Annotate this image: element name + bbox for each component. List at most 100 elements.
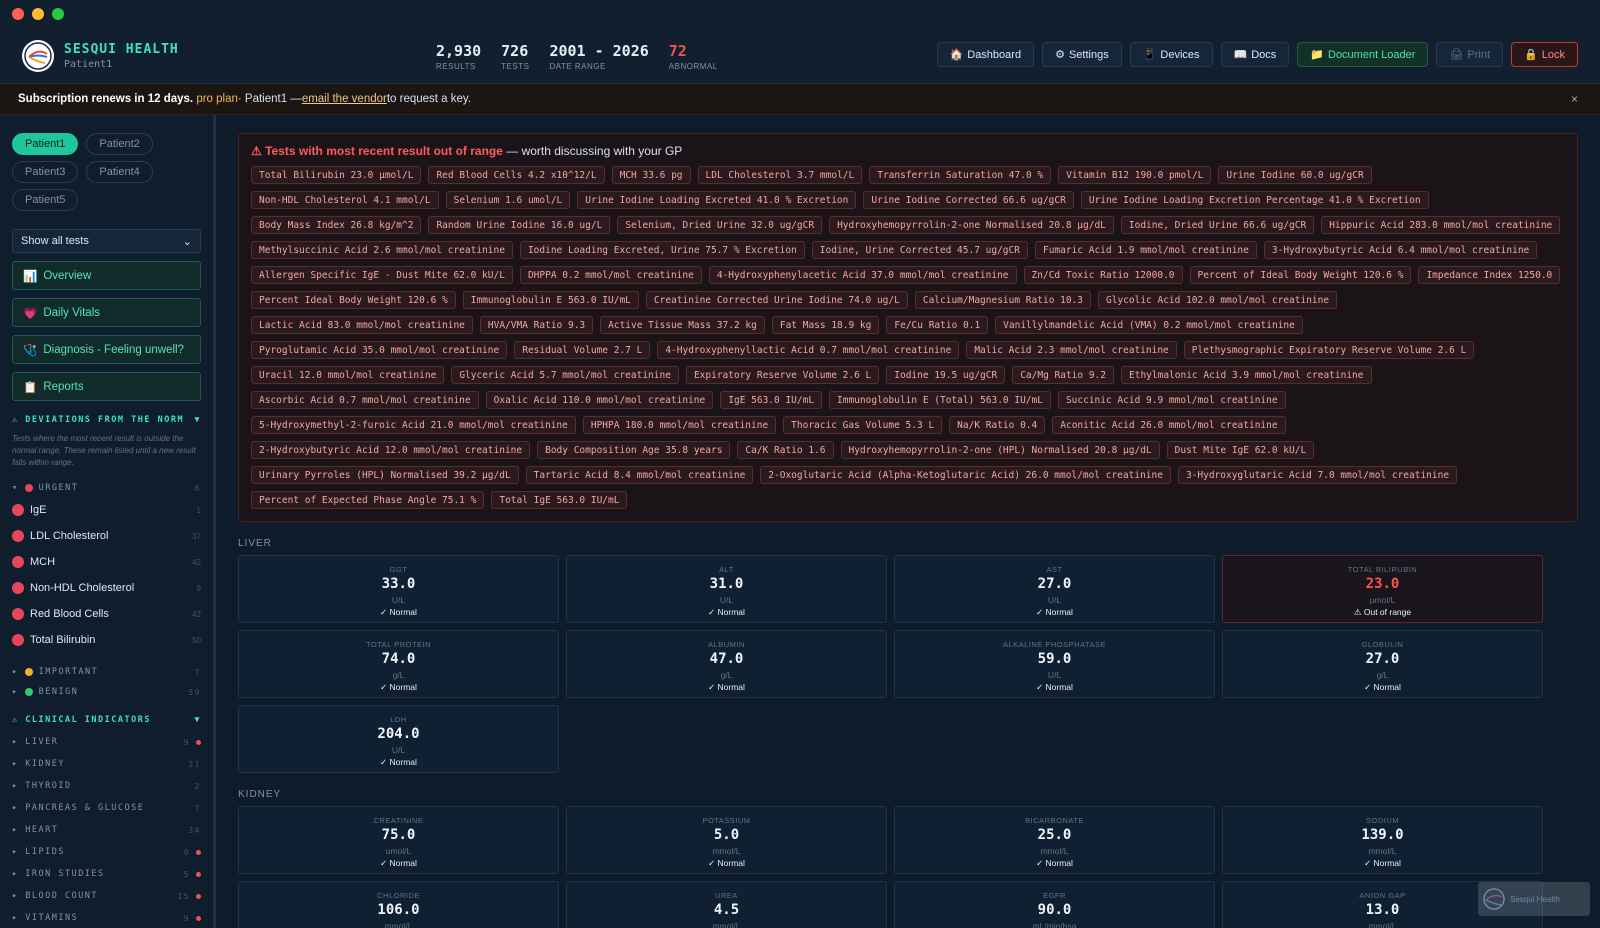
- email-vendor-link[interactable]: email the vendor: [302, 93, 387, 105]
- clinical-header[interactable]: ⚠ CLINICAL INDICATORS ▼: [12, 715, 201, 725]
- out-of-range-chip[interactable]: Vitamin B12 190.0 pmol/L: [1058, 166, 1212, 184]
- out-of-range-chip[interactable]: 3-Hydroxybutyric Acid 6.4 mmol/mol creat…: [1263, 241, 1538, 259]
- test-card-albumin[interactable]: ALBUMIN 47.0 g/L ✓ Normal: [566, 630, 887, 698]
- clinical-item-lipids[interactable]: ▸ LIPIDS 9: [12, 841, 201, 863]
- deviations-header[interactable]: ⚠ DEVIATIONS FROM THE NORM ▼: [12, 415, 201, 425]
- out-of-range-chip[interactable]: Body Mass Index 26.8 kg/m^2: [251, 216, 422, 234]
- out-of-range-chip[interactable]: Total Bilirubin 23.0 µmol/L: [251, 166, 422, 184]
- docs-button[interactable]: 📖 Docs: [1220, 42, 1290, 67]
- out-of-range-chip[interactable]: Percent of Expected Phase Angle 75.1 %: [251, 491, 485, 509]
- test-card-egfr[interactable]: EGFR90.0mL/min/bsa✓ Normal: [894, 881, 1215, 928]
- sidebar-daily-button[interactable]: 💗 Daily Vitals: [12, 298, 201, 327]
- test-card-total-protein[interactable]: TOTAL PROTEIN 74.0 g/L ✓ Normal: [238, 630, 559, 698]
- test-card-ldh[interactable]: LDH 204.0 U/L ✓ Normal: [238, 705, 559, 773]
- out-of-range-chip[interactable]: Hydroxyhemopyrrolin-2-one Normalised 20.…: [829, 216, 1114, 234]
- out-of-range-chip[interactable]: Urine Iodine Corrected 66.6 ug/gCR: [863, 191, 1074, 209]
- test-card-ggt[interactable]: GGT 33.0 U/L ✓ Normal: [238, 555, 559, 623]
- out-of-range-chip[interactable]: Ca/K Ratio 1.6: [737, 441, 834, 459]
- out-of-range-chip[interactable]: Urinary Pyrroles (HPL) Normalised 39.2 µ…: [251, 466, 519, 484]
- clinical-item-thyroid[interactable]: ▸ THYROID 2: [12, 775, 201, 797]
- out-of-range-chip[interactable]: Urine Iodine Loading Excretion Percentag…: [1080, 191, 1429, 209]
- tier-important[interactable]: ▸ IMPORTANT 7: [12, 667, 201, 677]
- test-card-alkaline-phosphatase[interactable]: ALKALINE PHOSPHATASE 59.0 U/L ✓ Normal: [894, 630, 1215, 698]
- out-of-range-chip[interactable]: Active Tissue Mass 37.2 kg: [600, 316, 765, 334]
- out-of-range-chip[interactable]: Dust Mite IgE 62.0 kU/L: [1166, 441, 1315, 459]
- urgent-item[interactable]: MCH 42: [12, 549, 201, 575]
- urgent-item[interactable]: LDL Cholesterol 37: [12, 523, 201, 549]
- urgent-item[interactable]: IgE 1: [12, 497, 201, 523]
- clinical-item-heart[interactable]: ▸ HEART 34: [12, 819, 201, 841]
- out-of-range-chip[interactable]: Non-HDL Cholesterol 4.1 mmol/L: [251, 191, 439, 209]
- urgent-item[interactable]: Red Blood Cells 42: [12, 601, 201, 627]
- out-of-range-chip[interactable]: Plethysmographic Expiratory Reserve Volu…: [1183, 341, 1475, 359]
- document-loader-button[interactable]: 📁 Document Loader: [1297, 42, 1429, 67]
- out-of-range-chip[interactable]: Percent of Ideal Body Weight 120.6 %: [1189, 266, 1412, 284]
- close-window-button[interactable]: [12, 8, 24, 20]
- out-of-range-chip[interactable]: Urine Iodine 60.0 ug/gCR: [1218, 166, 1372, 184]
- out-of-range-chip[interactable]: Na/K Ratio 0.4: [949, 416, 1046, 434]
- out-of-range-chip[interactable]: Malic Acid 2.3 mmol/mol creatinine: [966, 341, 1177, 359]
- tier-urgent[interactable]: ▾ URGENT 6: [12, 483, 201, 493]
- out-of-range-chip[interactable]: Thoracic Gas Volume 5.3 L: [783, 416, 943, 434]
- out-of-range-chip[interactable]: Red Blood Cells 4.2 x10^12/L: [428, 166, 605, 184]
- tier-benign[interactable]: ▸ BENIGN 59: [12, 687, 201, 697]
- minimize-window-button[interactable]: [32, 8, 44, 20]
- out-of-range-chip[interactable]: Ca/Mg Ratio 9.2: [1012, 366, 1114, 384]
- out-of-range-chip[interactable]: Hippuric Acid 283.0 mmol/mol creatinine: [1321, 216, 1561, 234]
- out-of-range-chip[interactable]: 4-Hydroxyphenylacetic Acid 37.0 mmol/mol…: [708, 266, 1017, 284]
- out-of-range-chip[interactable]: Methylsuccinic Acid 2.6 mmol/mol creatin…: [251, 241, 513, 259]
- out-of-range-chip[interactable]: Total IgE 563.0 IU/mL: [491, 491, 628, 509]
- out-of-range-chip[interactable]: HPHPA 180.0 mmol/mol creatinine: [582, 416, 777, 434]
- maximize-window-button[interactable]: [52, 8, 64, 20]
- banner-close-icon[interactable]: ×: [1571, 92, 1578, 106]
- out-of-range-chip[interactable]: Glycolic Acid 102.0 mmol/mol creatinine: [1098, 291, 1338, 309]
- patient-tab-2[interactable]: Patient2: [86, 133, 153, 155]
- out-of-range-chip[interactable]: Fat Mass 18.9 kg: [771, 316, 880, 334]
- out-of-range-chip[interactable]: Random Urine Iodine 16.0 ug/L: [428, 216, 611, 234]
- clinical-item-vitamins[interactable]: ▸ VITAMINS 9: [12, 907, 201, 928]
- out-of-range-chip[interactable]: 4-Hydroxyphenyllactic Acid 0.7 mmol/mol …: [657, 341, 960, 359]
- out-of-range-chip[interactable]: MCH 33.6 pg: [611, 166, 691, 184]
- out-of-range-chip[interactable]: Percent Ideal Body Weight 120.6 %: [251, 291, 456, 309]
- test-card-urea[interactable]: UREA4.5mmol/L✓ Normal: [566, 881, 887, 928]
- out-of-range-chip[interactable]: 2-Hydroxybutyric Acid 12.0 mmol/mol crea…: [251, 441, 531, 459]
- test-card-sodium[interactable]: SODIUM 139.0 mmol/L ✓ Normal: [1222, 806, 1543, 874]
- out-of-range-chip[interactable]: Expiratory Reserve Volume 2.6 L: [685, 366, 880, 384]
- out-of-range-chip[interactable]: Zn/Cd Toxic Ratio 12000.0: [1023, 266, 1183, 284]
- out-of-range-chip[interactable]: Tartaric Acid 8.4 mmol/mol creatinine: [525, 466, 754, 484]
- test-filter-select[interactable]: Show all tests ⌄: [12, 229, 201, 253]
- out-of-range-chip[interactable]: Immunoglobulin E (Total) 563.0 IU/mL: [829, 391, 1051, 409]
- test-card-ast[interactable]: AST 27.0 U/L ✓ Normal: [894, 555, 1215, 623]
- out-of-range-chip[interactable]: Fumaric Acid 1.9 mmol/mol creatinine: [1034, 241, 1257, 259]
- out-of-range-chip[interactable]: HVA/VMA Ratio 9.3: [479, 316, 594, 334]
- out-of-range-chip[interactable]: Aconitic Acid 26.0 mmol/mol creatinine: [1052, 416, 1286, 434]
- out-of-range-chip[interactable]: Creatinine Corrected Urine Iodine 74.0 u…: [645, 291, 908, 309]
- patient-tab-4[interactable]: Patient4: [86, 161, 153, 183]
- out-of-range-chip[interactable]: Pyroglutamic Acid 35.0 mmol/mol creatini…: [251, 341, 508, 359]
- out-of-range-chip[interactable]: Iodine 19.5 ug/gCR: [886, 366, 1006, 384]
- out-of-range-chip[interactable]: Residual Volume 2.7 L: [514, 341, 651, 359]
- clinical-item-kidney[interactable]: ▸ KIDNEY 21: [12, 753, 201, 775]
- out-of-range-chip[interactable]: Fe/Cu Ratio 0.1: [886, 316, 989, 334]
- lock-button[interactable]: 🔒 Lock: [1511, 42, 1578, 67]
- test-card-creatinine[interactable]: CREATININE 75.0 umol/L ✓ Normal: [238, 806, 559, 874]
- out-of-range-chip[interactable]: Transferrin Saturation 47.0 %: [869, 166, 1052, 184]
- clinical-item-blood-count[interactable]: ▸ BLOOD COUNT 15: [12, 885, 201, 907]
- out-of-range-chip[interactable]: Immunoglobulin E 563.0 IU/mL: [462, 291, 639, 309]
- out-of-range-chip[interactable]: DHPPA 0.2 mmol/mol creatinine: [519, 266, 702, 284]
- out-of-range-chip[interactable]: Selenium, Dried Urine 32.0 ug/gCR: [617, 216, 823, 234]
- out-of-range-chip[interactable]: Ethylmalonic Acid 3.9 mmol/mol creatinin…: [1121, 366, 1372, 384]
- urgent-item[interactable]: Total Bilirubin 50: [12, 627, 201, 653]
- devices-button[interactable]: 📱 Devices: [1129, 42, 1213, 67]
- out-of-range-chip[interactable]: Vanillylmandelic Acid (VMA) 0.2 mmol/mol…: [995, 316, 1303, 334]
- out-of-range-chip[interactable]: Ascorbic Acid 0.7 mmol/mol creatinine: [251, 391, 479, 409]
- out-of-range-chip[interactable]: Calcium/Magnesium Ratio 10.3: [914, 291, 1092, 309]
- out-of-range-chip[interactable]: Glyceric Acid 5.7 mmol/mol creatinine: [451, 366, 679, 384]
- out-of-range-chip[interactable]: Iodine, Dried Urine 66.6 ug/gCR: [1120, 216, 1315, 234]
- out-of-range-chip[interactable]: Iodine Loading Excreted, Urine 75.7 % Ex…: [519, 241, 805, 259]
- out-of-range-chip[interactable]: Hydroxyhemopyrrolin-2-one (HPL) Normalis…: [840, 441, 1160, 459]
- clinical-item-iron-studies[interactable]: ▸ IRON STUDIES 5: [12, 863, 201, 885]
- test-card-total-bilirubin[interactable]: TOTAL BILIRUBIN 23.0 µmol/L ⚠ Out of range: [1222, 555, 1543, 623]
- out-of-range-chip[interactable]: Uracil 12.0 mmol/mol creatinine: [251, 366, 445, 384]
- urgent-item[interactable]: Non-HDL Cholesterol 9: [12, 575, 201, 601]
